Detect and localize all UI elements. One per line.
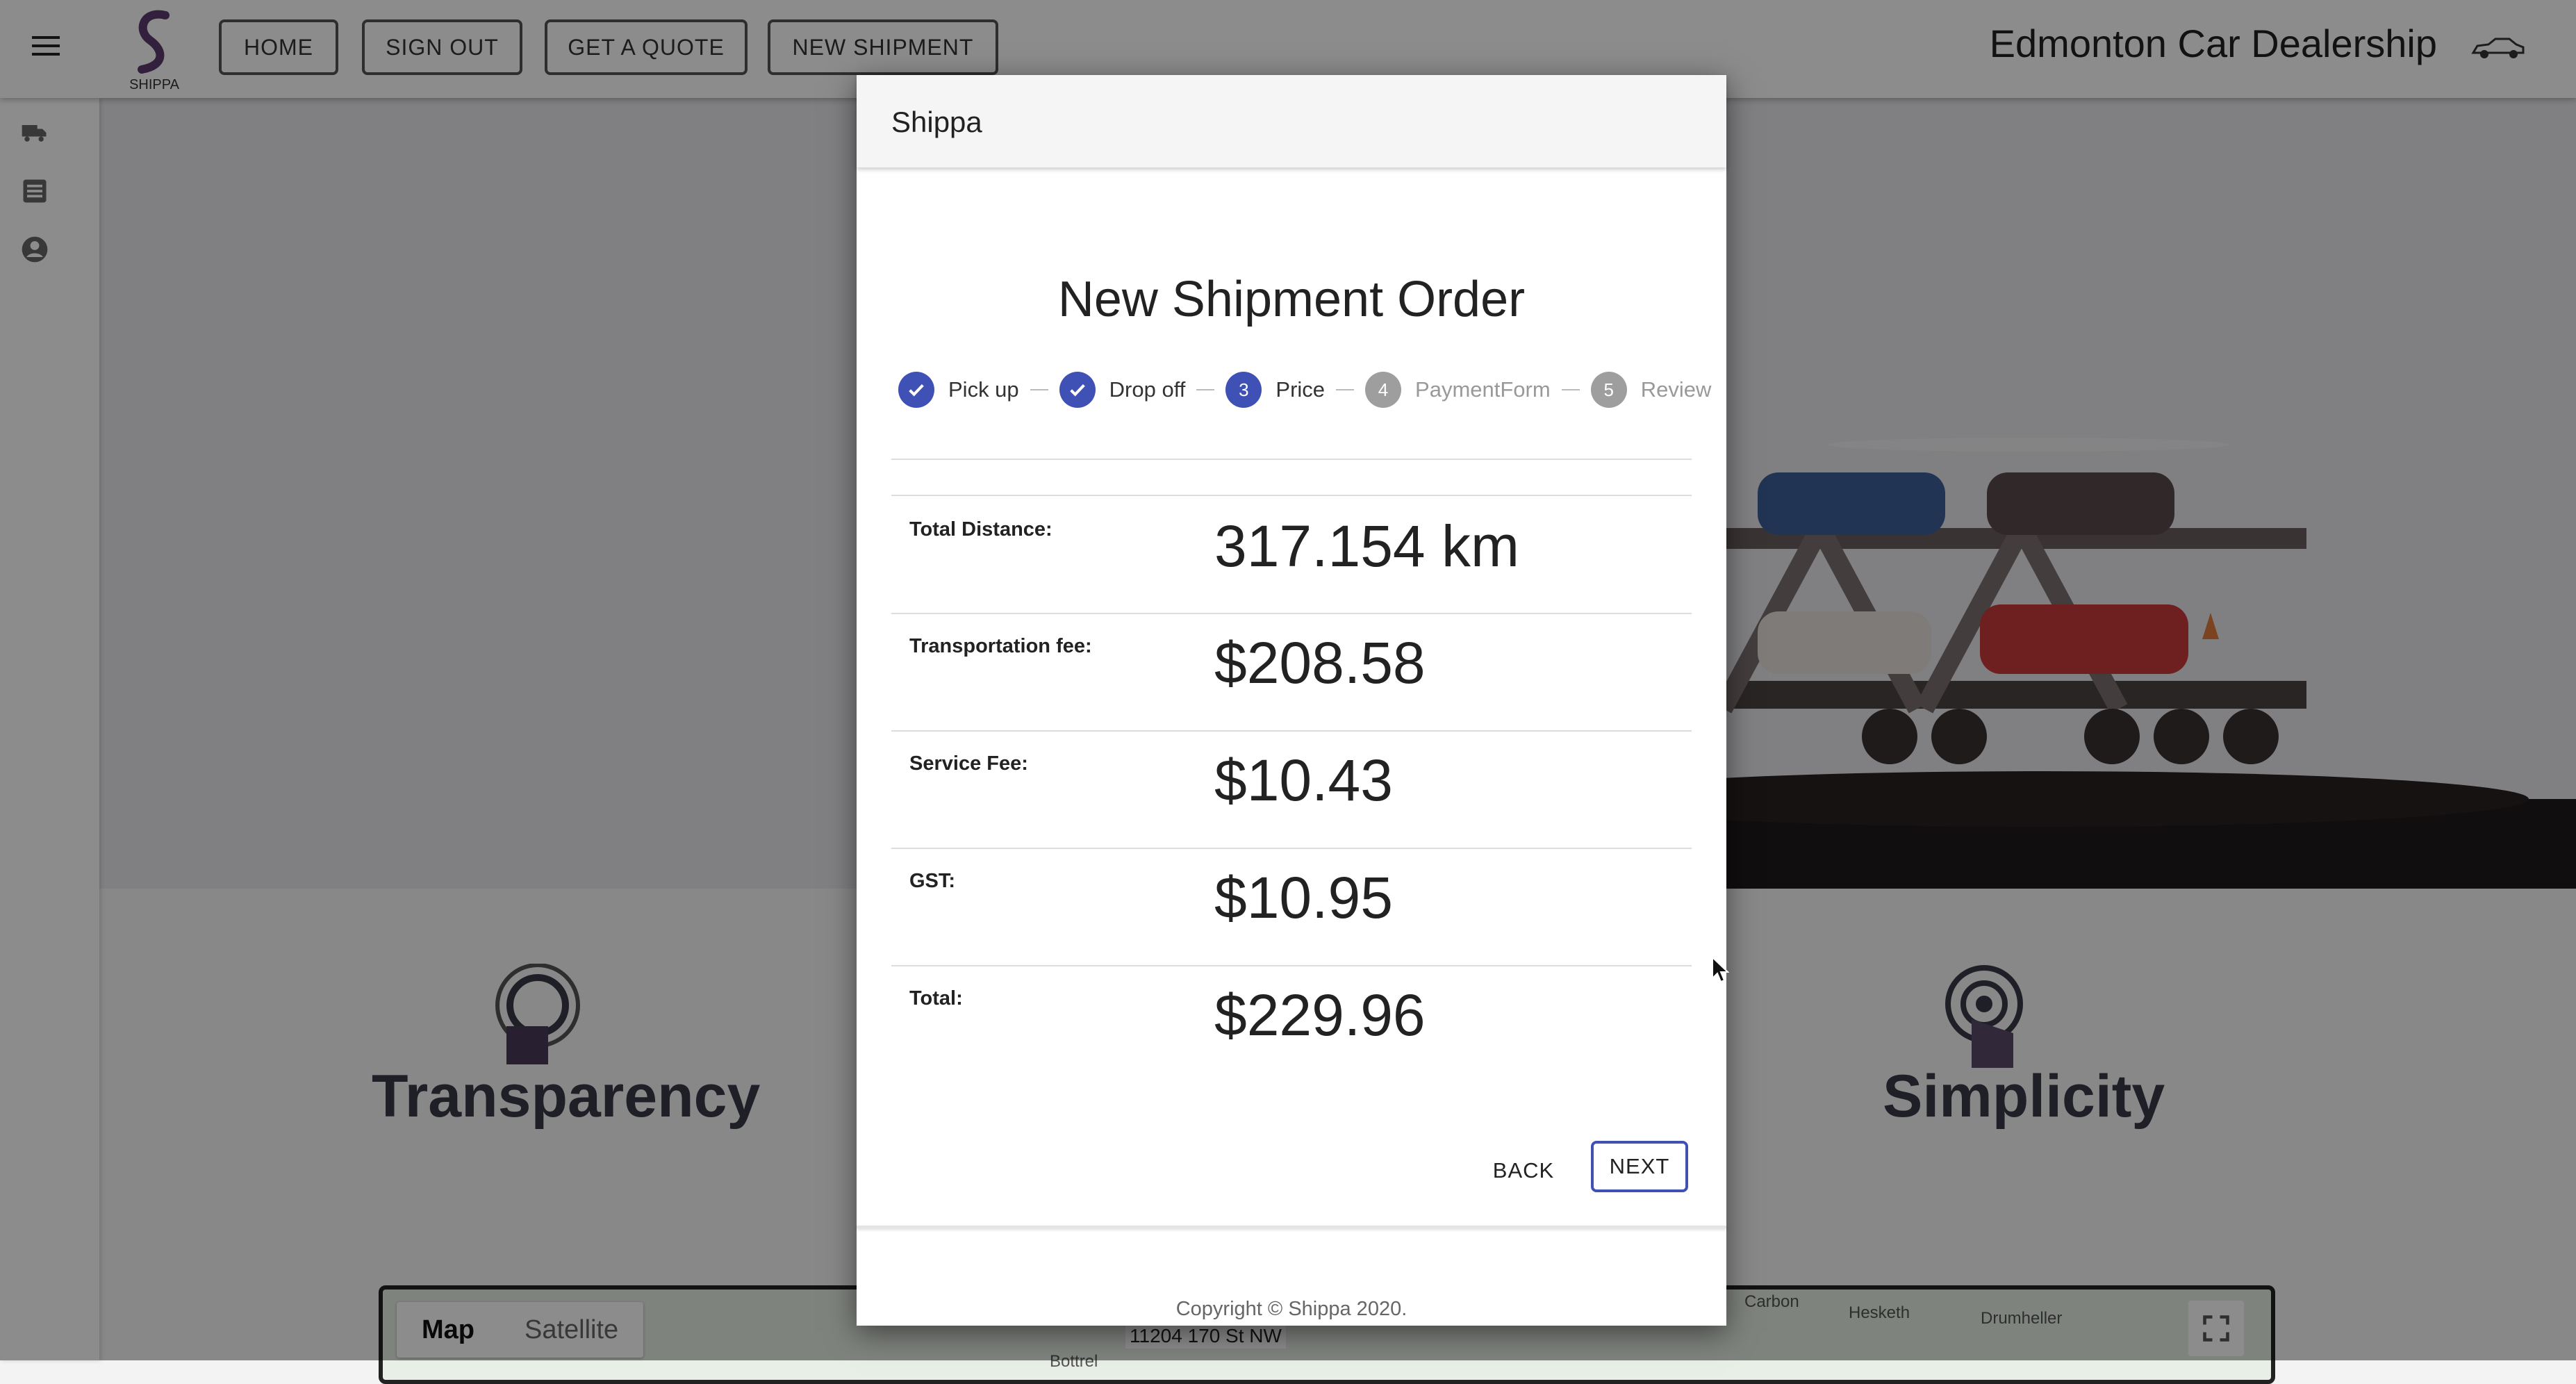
check-icon	[1059, 372, 1096, 408]
dialog-footer-divider	[857, 1226, 1726, 1228]
step-payment-form[interactable]: 4 PaymentForm	[1365, 372, 1551, 408]
divider	[891, 848, 1692, 849]
transportation-fee-label: Transportation fee:	[909, 635, 1092, 657]
divider	[891, 730, 1692, 732]
step-pick-up[interactable]: Pick up	[898, 372, 1019, 408]
step-number: 4	[1365, 372, 1402, 408]
step-label: Price	[1275, 377, 1326, 402]
new-shipment-dialog: Shippa New Shipment Order Pick up Drop o…	[857, 75, 1726, 1326]
step-connector	[1030, 389, 1048, 390]
divider	[891, 613, 1692, 614]
divider	[891, 965, 1692, 966]
step-price[interactable]: 3 Price	[1225, 372, 1325, 408]
step-number: 3	[1225, 372, 1262, 408]
back-button[interactable]: BACK	[1489, 1145, 1558, 1196]
copyright-text: Copyright © Shippa 2020.	[1175, 1298, 1407, 1320]
dialog-header: Shippa	[857, 75, 1726, 167]
total-value: $229.96	[1214, 982, 1426, 1048]
next-button[interactable]: NEXT	[1591, 1141, 1688, 1192]
total-distance-label: Total Distance:	[909, 518, 1052, 541]
step-label: Review	[1640, 377, 1712, 402]
check-icon	[898, 372, 934, 408]
mouse-cursor-icon	[1712, 956, 1729, 983]
step-label: Pick up	[948, 377, 1019, 402]
gst-label: GST:	[909, 870, 956, 892]
order-title: New Shipment Order	[1057, 272, 1526, 327]
stepper: Pick up Drop off 3 Price 4 PaymentForm 5…	[898, 365, 1711, 414]
step-connector	[1196, 389, 1215, 390]
dialog-title: Shippa	[891, 106, 982, 138]
divider	[891, 459, 1692, 460]
step-drop-off[interactable]: Drop off	[1059, 372, 1186, 408]
divider	[891, 495, 1692, 496]
step-number: 5	[1590, 372, 1627, 408]
step-label: Drop off	[1109, 377, 1186, 402]
service-fee-label: Service Fee:	[909, 752, 1028, 775]
total-label: Total:	[909, 987, 963, 1010]
transportation-fee-value: $208.58	[1214, 630, 1426, 695]
step-review[interactable]: 5 Review	[1590, 372, 1712, 408]
total-distance-value: 317.154 km	[1214, 513, 1519, 579]
gst-value: $10.95	[1214, 865, 1393, 930]
service-fee-value: $10.43	[1214, 748, 1393, 813]
step-connector	[1336, 389, 1355, 390]
step-connector	[1561, 389, 1580, 390]
step-label: PaymentForm	[1415, 377, 1551, 402]
